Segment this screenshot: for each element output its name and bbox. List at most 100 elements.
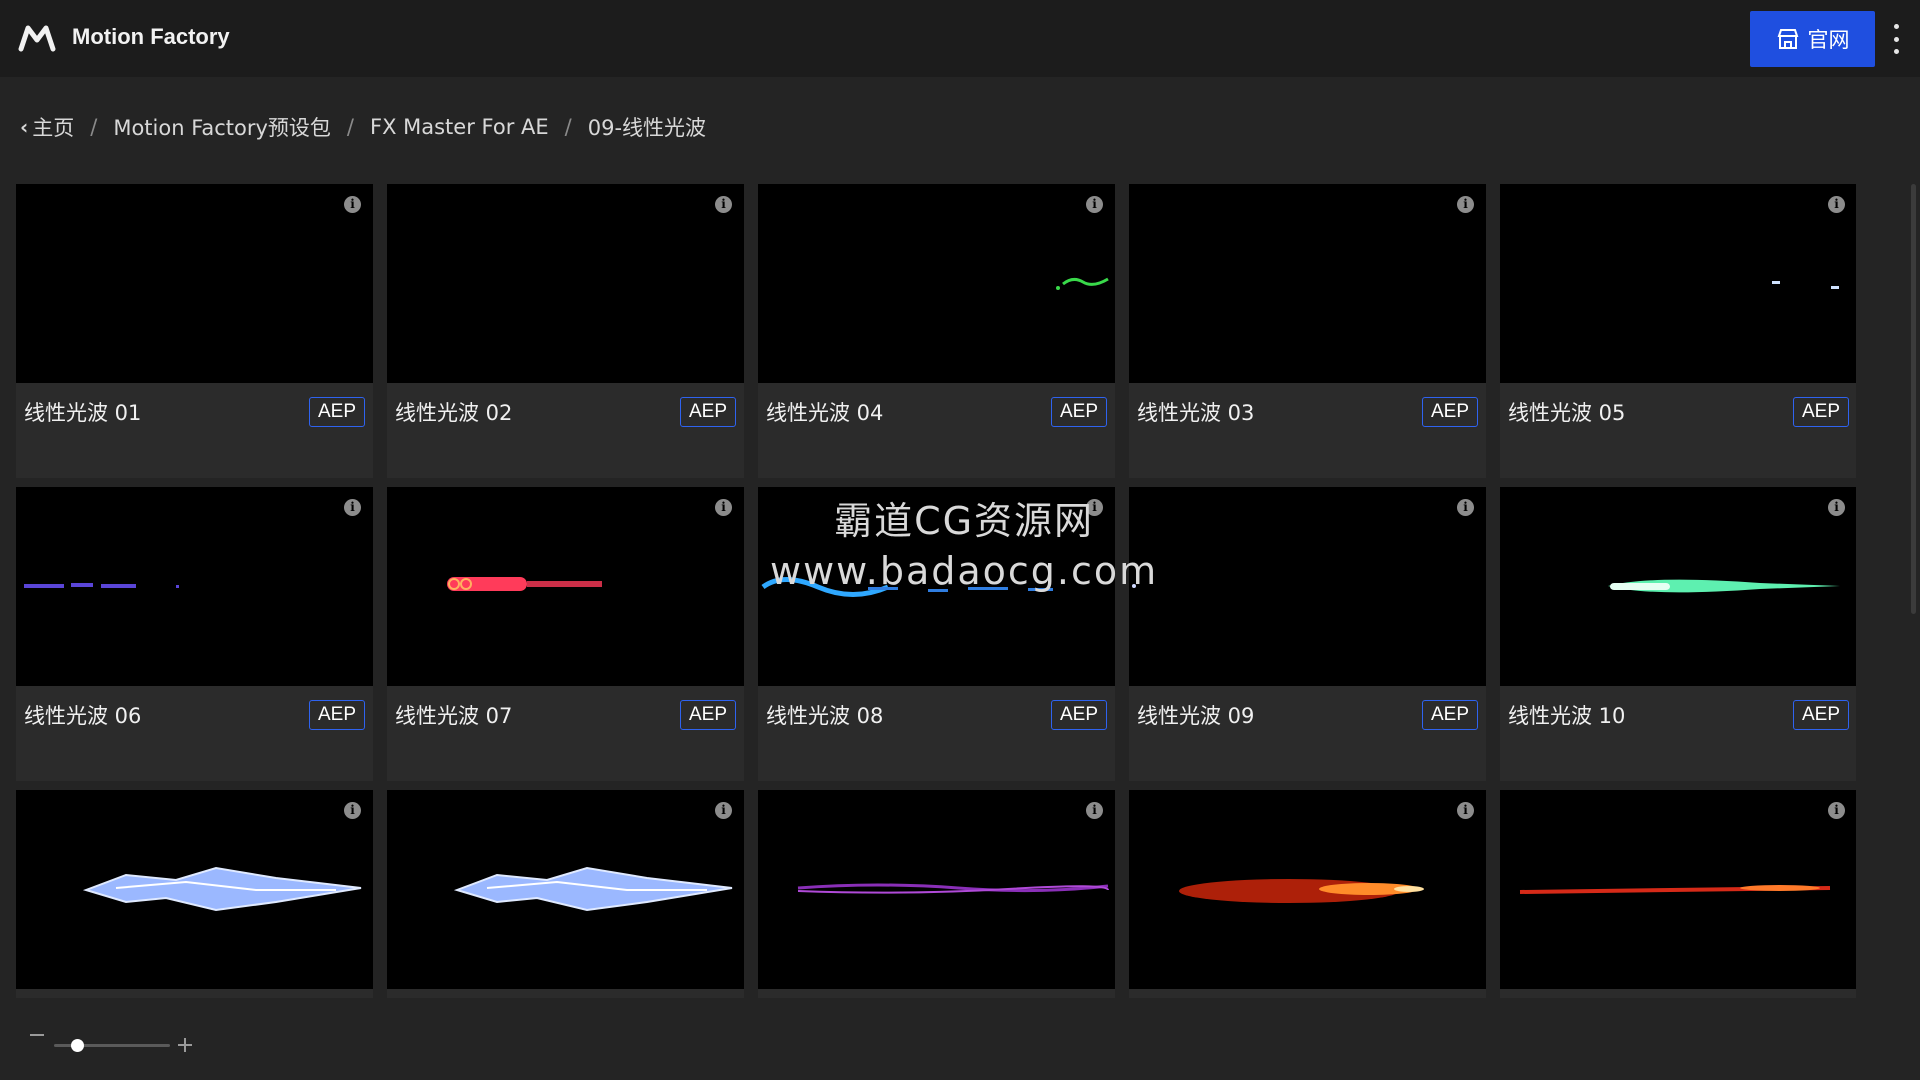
preset-preview-graphic xyxy=(387,184,744,383)
preset-card[interactable]: i 线性光波 09 AEP xyxy=(1129,487,1486,781)
preset-thumbnail[interactable]: i xyxy=(758,184,1115,383)
aep-badge: AEP xyxy=(1050,397,1107,427)
preset-preview-graphic xyxy=(453,866,733,912)
preset-title: 线性光波 06 xyxy=(24,704,142,728)
preset-card[interactable]: i xyxy=(758,790,1115,998)
info-icon[interactable]: i xyxy=(1828,499,1845,516)
info-icon[interactable]: i xyxy=(344,499,361,516)
aep-badge: AEP xyxy=(1421,397,1478,427)
chevron-left-icon: ‹ xyxy=(20,115,29,139)
preset-card[interactable]: i xyxy=(16,790,373,998)
preset-card[interactable]: i 线性光波 04 AEP xyxy=(758,184,1115,478)
store-icon xyxy=(1777,29,1798,49)
preset-preview-graphic xyxy=(1179,879,1424,903)
preset-title: 线性光波 05 xyxy=(1508,401,1626,425)
info-icon[interactable]: i xyxy=(1828,802,1845,819)
info-icon[interactable]: i xyxy=(1457,802,1474,819)
preset-thumbnail[interactable]: i xyxy=(1500,790,1856,989)
preset-thumbnail[interactable]: i xyxy=(16,184,373,383)
breadcrumb-separator: / xyxy=(564,115,572,139)
preset-title: 线性光波 01 xyxy=(24,401,142,425)
breadcrumb-separator: / xyxy=(346,115,354,139)
breadcrumb-separator: / xyxy=(90,115,98,139)
preset-thumbnail[interactable]: i xyxy=(16,487,373,686)
aep-badge: AEP xyxy=(308,700,365,730)
info-icon[interactable]: i xyxy=(1086,802,1103,819)
preset-preview-graphic xyxy=(16,184,373,383)
preset-card[interactable]: i xyxy=(1500,790,1856,998)
preset-preview-graphic xyxy=(1772,281,1839,289)
preset-card[interactable]: i 线性光波 06 AEP xyxy=(16,487,373,781)
preset-thumbnail[interactable]: i xyxy=(387,487,744,686)
preset-preview-graphic xyxy=(1132,584,1136,588)
official-site-label: 官网 xyxy=(1807,28,1850,52)
zoom-in-icon[interactable] xyxy=(178,1038,192,1052)
kebab-menu-icon[interactable] xyxy=(1888,24,1904,54)
preset-title: 线性光波 08 xyxy=(766,704,884,728)
app-title: Motion Factory xyxy=(72,24,230,49)
preset-thumbnail[interactable]: i xyxy=(1500,184,1856,383)
info-icon[interactable]: i xyxy=(344,196,361,213)
info-icon[interactable]: i xyxy=(1457,499,1474,516)
preset-title: 线性光波 04 xyxy=(766,401,884,425)
preset-card[interactable]: i xyxy=(387,790,744,998)
preset-thumbnail[interactable]: i xyxy=(1129,790,1486,989)
aep-badge: AEP xyxy=(1792,700,1849,730)
preset-preview-graphic xyxy=(797,883,1109,894)
mf-logo-icon xyxy=(18,25,56,52)
preset-title: 线性光波 07 xyxy=(395,704,513,728)
preset-card[interactable]: i 线性光波 08 AEP xyxy=(758,487,1115,781)
aep-badge: AEP xyxy=(308,397,365,427)
preset-preview-graphic xyxy=(1519,885,1831,894)
preset-preview-graphic xyxy=(24,583,179,588)
preset-thumbnail[interactable]: i xyxy=(16,790,373,989)
info-icon[interactable]: i xyxy=(715,196,732,213)
preset-card[interactable]: i 线性光波 07 AEP xyxy=(387,487,744,781)
preset-card[interactable]: i xyxy=(1129,790,1486,998)
preset-card[interactable]: i 线性光波 03 AEP xyxy=(1129,184,1486,478)
grid-scrollbar[interactable] xyxy=(1911,184,1916,614)
preset-card[interactable]: i 线性光波 01 AEP xyxy=(16,184,373,478)
preset-title: 线性光波 03 xyxy=(1137,401,1255,425)
preset-title: 线性光波 09 xyxy=(1137,704,1255,728)
preset-thumbnail[interactable]: i xyxy=(1129,487,1486,686)
aep-badge: AEP xyxy=(1050,700,1107,730)
breadcrumb-home[interactable]: 主页 xyxy=(32,112,74,142)
breadcrumb-item[interactable]: Motion Factory预设包 xyxy=(113,112,331,142)
footer-bar xyxy=(0,998,1920,1080)
preset-thumbnail[interactable]: i xyxy=(758,790,1115,989)
preset-grid: i 线性光波 01 AEP i 线性光波 02 AEP i 线性光波 04 AEP i 线性光波 0… xyxy=(16,184,1856,998)
preset-card[interactable]: i 线性光波 10 AEP xyxy=(1500,487,1856,781)
preset-thumbnail[interactable]: i xyxy=(758,487,1115,686)
app-header: Motion Factory 官网 xyxy=(0,0,1920,77)
preset-card[interactable]: i 线性光波 02 AEP xyxy=(387,184,744,478)
preset-preview-graphic xyxy=(1608,579,1840,593)
preset-preview-graphic xyxy=(447,577,602,591)
aep-badge: AEP xyxy=(1792,397,1849,427)
preset-thumbnail[interactable]: i xyxy=(387,790,744,989)
preset-preview-graphic xyxy=(1129,184,1486,383)
preset-title: 线性光波 10 xyxy=(1508,704,1626,728)
aep-badge: AEP xyxy=(1421,700,1478,730)
preset-preview-graphic xyxy=(82,866,362,912)
preset-preview-graphic xyxy=(1056,277,1109,290)
breadcrumb-item[interactable]: FX Master For AE xyxy=(370,115,549,139)
info-icon[interactable]: i xyxy=(1828,196,1845,213)
info-icon[interactable]: i xyxy=(715,499,732,516)
aep-badge: AEP xyxy=(679,700,736,730)
info-icon[interactable]: i xyxy=(1457,196,1474,213)
preset-preview-graphic xyxy=(761,577,1053,597)
preset-thumbnail[interactable]: i xyxy=(1500,487,1856,686)
breadcrumb: ‹ 主页 / Motion Factory预设包 / FX Master For… xyxy=(20,112,706,142)
info-icon[interactable]: i xyxy=(715,802,732,819)
preset-card[interactable]: i 线性光波 05 AEP xyxy=(1500,184,1856,478)
info-icon[interactable]: i xyxy=(1086,196,1103,213)
breadcrumb-current: 09-线性光波 xyxy=(587,116,707,140)
info-icon[interactable]: i xyxy=(1086,499,1103,516)
info-icon[interactable]: i xyxy=(344,802,361,819)
zoom-out-icon[interactable] xyxy=(30,1034,44,1036)
preset-thumbnail[interactable]: i xyxy=(1129,184,1486,383)
preset-thumbnail[interactable]: i xyxy=(387,184,744,383)
official-site-button[interactable]: 官网 xyxy=(1750,11,1875,67)
preset-title: 线性光波 02 xyxy=(395,401,513,425)
